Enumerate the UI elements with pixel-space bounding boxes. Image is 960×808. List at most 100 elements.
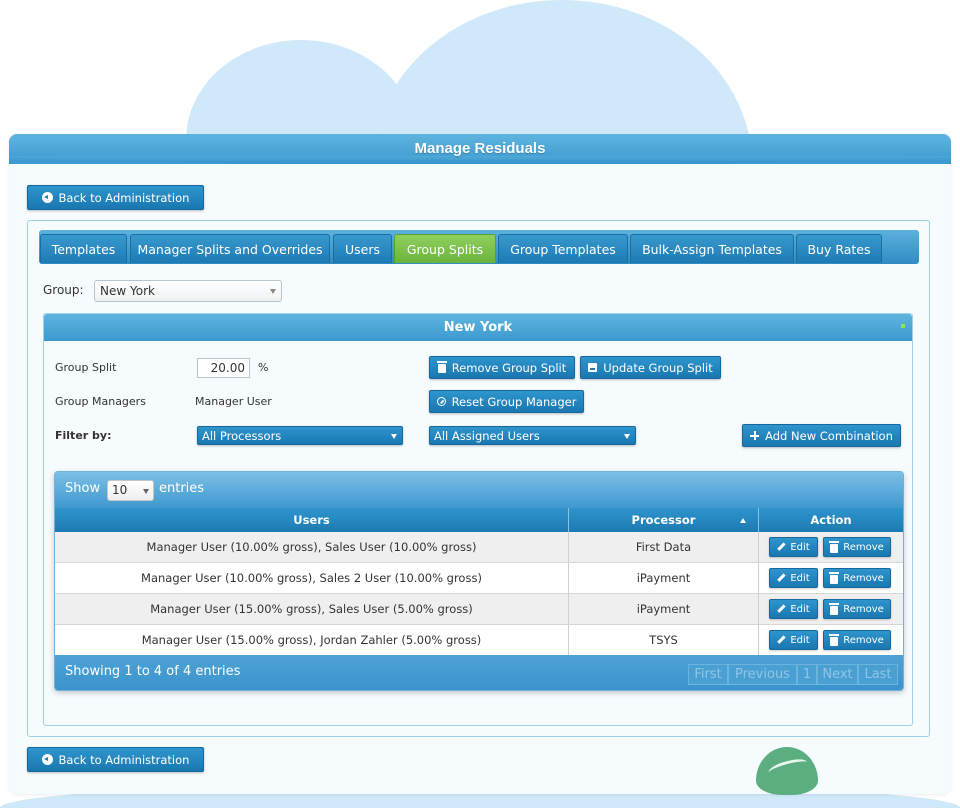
group-select-value: New York bbox=[100, 284, 155, 298]
pager-last-button[interactable]: Last bbox=[858, 664, 898, 685]
cell-users: Manager User (15.00% gross), Sales User … bbox=[55, 594, 569, 624]
users-filter-select[interactable]: All Assigned Users bbox=[429, 426, 636, 445]
column-header-users[interactable]: Users bbox=[55, 508, 569, 532]
table-toolbar: Show 10 entries bbox=[55, 472, 903, 508]
pager-previous-button[interactable]: Previous bbox=[728, 664, 797, 685]
page-length-select[interactable]: 10 bbox=[107, 480, 154, 501]
group-split-label: Group Split bbox=[55, 361, 117, 374]
edit-button[interactable]: Edit bbox=[769, 537, 818, 557]
tab-buy-rates[interactable]: Buy Rates bbox=[796, 234, 882, 263]
group-managers-label: Group Managers bbox=[55, 395, 146, 408]
button-label: Remove bbox=[843, 572, 884, 584]
pager-label: Next bbox=[822, 667, 853, 682]
pencil-icon bbox=[777, 574, 785, 582]
tab-bulk-assign-templates[interactable]: Bulk-Assign Templates bbox=[630, 234, 794, 263]
edit-button[interactable]: Edit bbox=[769, 630, 818, 650]
trash-icon bbox=[829, 633, 840, 646]
button-label: Edit bbox=[790, 541, 810, 553]
show-label: Show bbox=[65, 481, 101, 496]
pager-label: First bbox=[694, 667, 722, 682]
tab-bar: Templates Manager Splits and Overrides U… bbox=[39, 230, 919, 264]
remove-button[interactable]: Remove bbox=[823, 537, 891, 557]
pager-label: 1 bbox=[802, 667, 812, 682]
group-label: Group: bbox=[43, 283, 84, 297]
back-to-administration-button-bottom[interactable]: Back to Administration bbox=[27, 747, 204, 772]
pencil-icon bbox=[777, 605, 785, 613]
edit-button[interactable]: Edit bbox=[769, 599, 818, 619]
group-select[interactable]: New York bbox=[94, 280, 282, 302]
pager-first-button[interactable]: First bbox=[688, 664, 728, 685]
cell-users: Manager User (10.00% gross), Sales 2 Use… bbox=[55, 563, 569, 593]
group-managers-value: Manager User bbox=[195, 395, 272, 408]
header-label: Processor bbox=[631, 513, 696, 527]
button-label: Remove bbox=[843, 603, 884, 615]
pager-next-button[interactable]: Next bbox=[817, 664, 858, 685]
users-filter-value: All Assigned Users bbox=[434, 429, 540, 443]
table-row: Manager User (15.00% gross), Jordan Zahl… bbox=[55, 625, 903, 656]
chevron-down-icon bbox=[624, 434, 630, 439]
tab-label: Templates bbox=[51, 241, 116, 257]
button-label: Update Group Split bbox=[603, 360, 713, 375]
cell-processor: First Data bbox=[569, 532, 759, 562]
column-header-processor[interactable]: Processor bbox=[569, 508, 759, 532]
reset-group-manager-button[interactable]: Reset Group Manager bbox=[429, 390, 584, 413]
pager-label: Previous bbox=[735, 667, 790, 682]
trash-icon bbox=[436, 361, 447, 373]
button-label: Remove Group Split bbox=[451, 360, 567, 375]
table-row: Manager User (10.00% gross), Sales 2 Use… bbox=[55, 563, 903, 594]
back-arrow-icon bbox=[41, 192, 53, 203]
entries-label: entries bbox=[159, 481, 205, 496]
tab-group-templates[interactable]: Group Templates bbox=[498, 234, 628, 263]
trash-icon bbox=[829, 540, 840, 553]
page-length-value: 10 bbox=[112, 483, 128, 497]
table-info: Showing 1 to 4 of 4 entries bbox=[65, 664, 241, 679]
processor-filter-select[interactable]: All Processors bbox=[197, 426, 403, 445]
back-arrow-icon bbox=[41, 754, 53, 765]
remove-button[interactable]: Remove bbox=[823, 630, 891, 650]
group-panel-header: New York bbox=[44, 314, 912, 341]
cell-processor: iPayment bbox=[569, 563, 759, 593]
group-split-input[interactable]: 20.00 bbox=[197, 358, 250, 378]
column-header-action: Action bbox=[759, 508, 903, 532]
window-title: Manage Residuals bbox=[414, 140, 546, 157]
tab-templates[interactable]: Templates bbox=[40, 234, 127, 263]
group-panel: New York Group Split 20.00 % Remove Grou… bbox=[43, 313, 913, 726]
tabs-panel: Templates Manager Splits and Overrides U… bbox=[27, 220, 930, 737]
remove-button[interactable]: Remove bbox=[823, 568, 891, 588]
cell-users: Manager User (15.00% gross), Jordan Zahl… bbox=[55, 625, 569, 655]
add-new-combination-button[interactable]: Add New Combination bbox=[742, 424, 901, 447]
button-label: Remove bbox=[843, 541, 884, 553]
remove-group-split-button[interactable]: Remove Group Split bbox=[429, 356, 575, 379]
tab-group-splits[interactable]: Group Splits bbox=[394, 234, 496, 263]
tab-label: Users bbox=[344, 241, 380, 257]
back-button-label: Back to Administration bbox=[58, 752, 190, 767]
button-label: Remove bbox=[843, 634, 884, 646]
table-row: Manager User (15.00% gross), Sales User … bbox=[55, 594, 903, 625]
tab-label: Group Splits bbox=[406, 241, 484, 257]
pager-page-button[interactable]: 1 bbox=[797, 664, 817, 685]
processor-filter-value: All Processors bbox=[202, 429, 282, 443]
ban-icon bbox=[436, 397, 446, 406]
back-to-administration-button-top[interactable]: Back to Administration bbox=[27, 185, 204, 210]
page: Manage Residuals Back to Administration … bbox=[0, 0, 960, 808]
edit-button[interactable]: Edit bbox=[769, 568, 818, 588]
tab-users[interactable]: Users bbox=[333, 234, 392, 263]
combinations-table: Show 10 entries Users Processor Action M… bbox=[54, 471, 904, 691]
update-group-split-button[interactable]: Update Group Split bbox=[580, 356, 721, 379]
header-label: Action bbox=[810, 513, 852, 527]
tab-manager-splits-and-overrides[interactable]: Manager Splits and Overrides bbox=[130, 234, 330, 263]
button-label: Edit bbox=[790, 603, 810, 615]
filter-by-label: Filter by: bbox=[55, 429, 112, 442]
window-titlebar: Manage Residuals bbox=[9, 134, 951, 164]
collapse-toggle-icon[interactable] bbox=[901, 324, 905, 328]
chevron-down-icon bbox=[270, 289, 276, 294]
cell-processor: TSYS bbox=[569, 625, 759, 655]
button-label: Edit bbox=[790, 572, 810, 584]
remove-button[interactable]: Remove bbox=[823, 599, 891, 619]
button-label: Add New Combination bbox=[765, 428, 893, 443]
chevron-down-icon bbox=[143, 489, 149, 494]
button-label: Reset Group Manager bbox=[451, 394, 577, 409]
sort-ascending-icon bbox=[740, 518, 746, 523]
trash-icon bbox=[829, 571, 840, 584]
tab-label: Bulk-Assign Templates bbox=[642, 241, 782, 257]
